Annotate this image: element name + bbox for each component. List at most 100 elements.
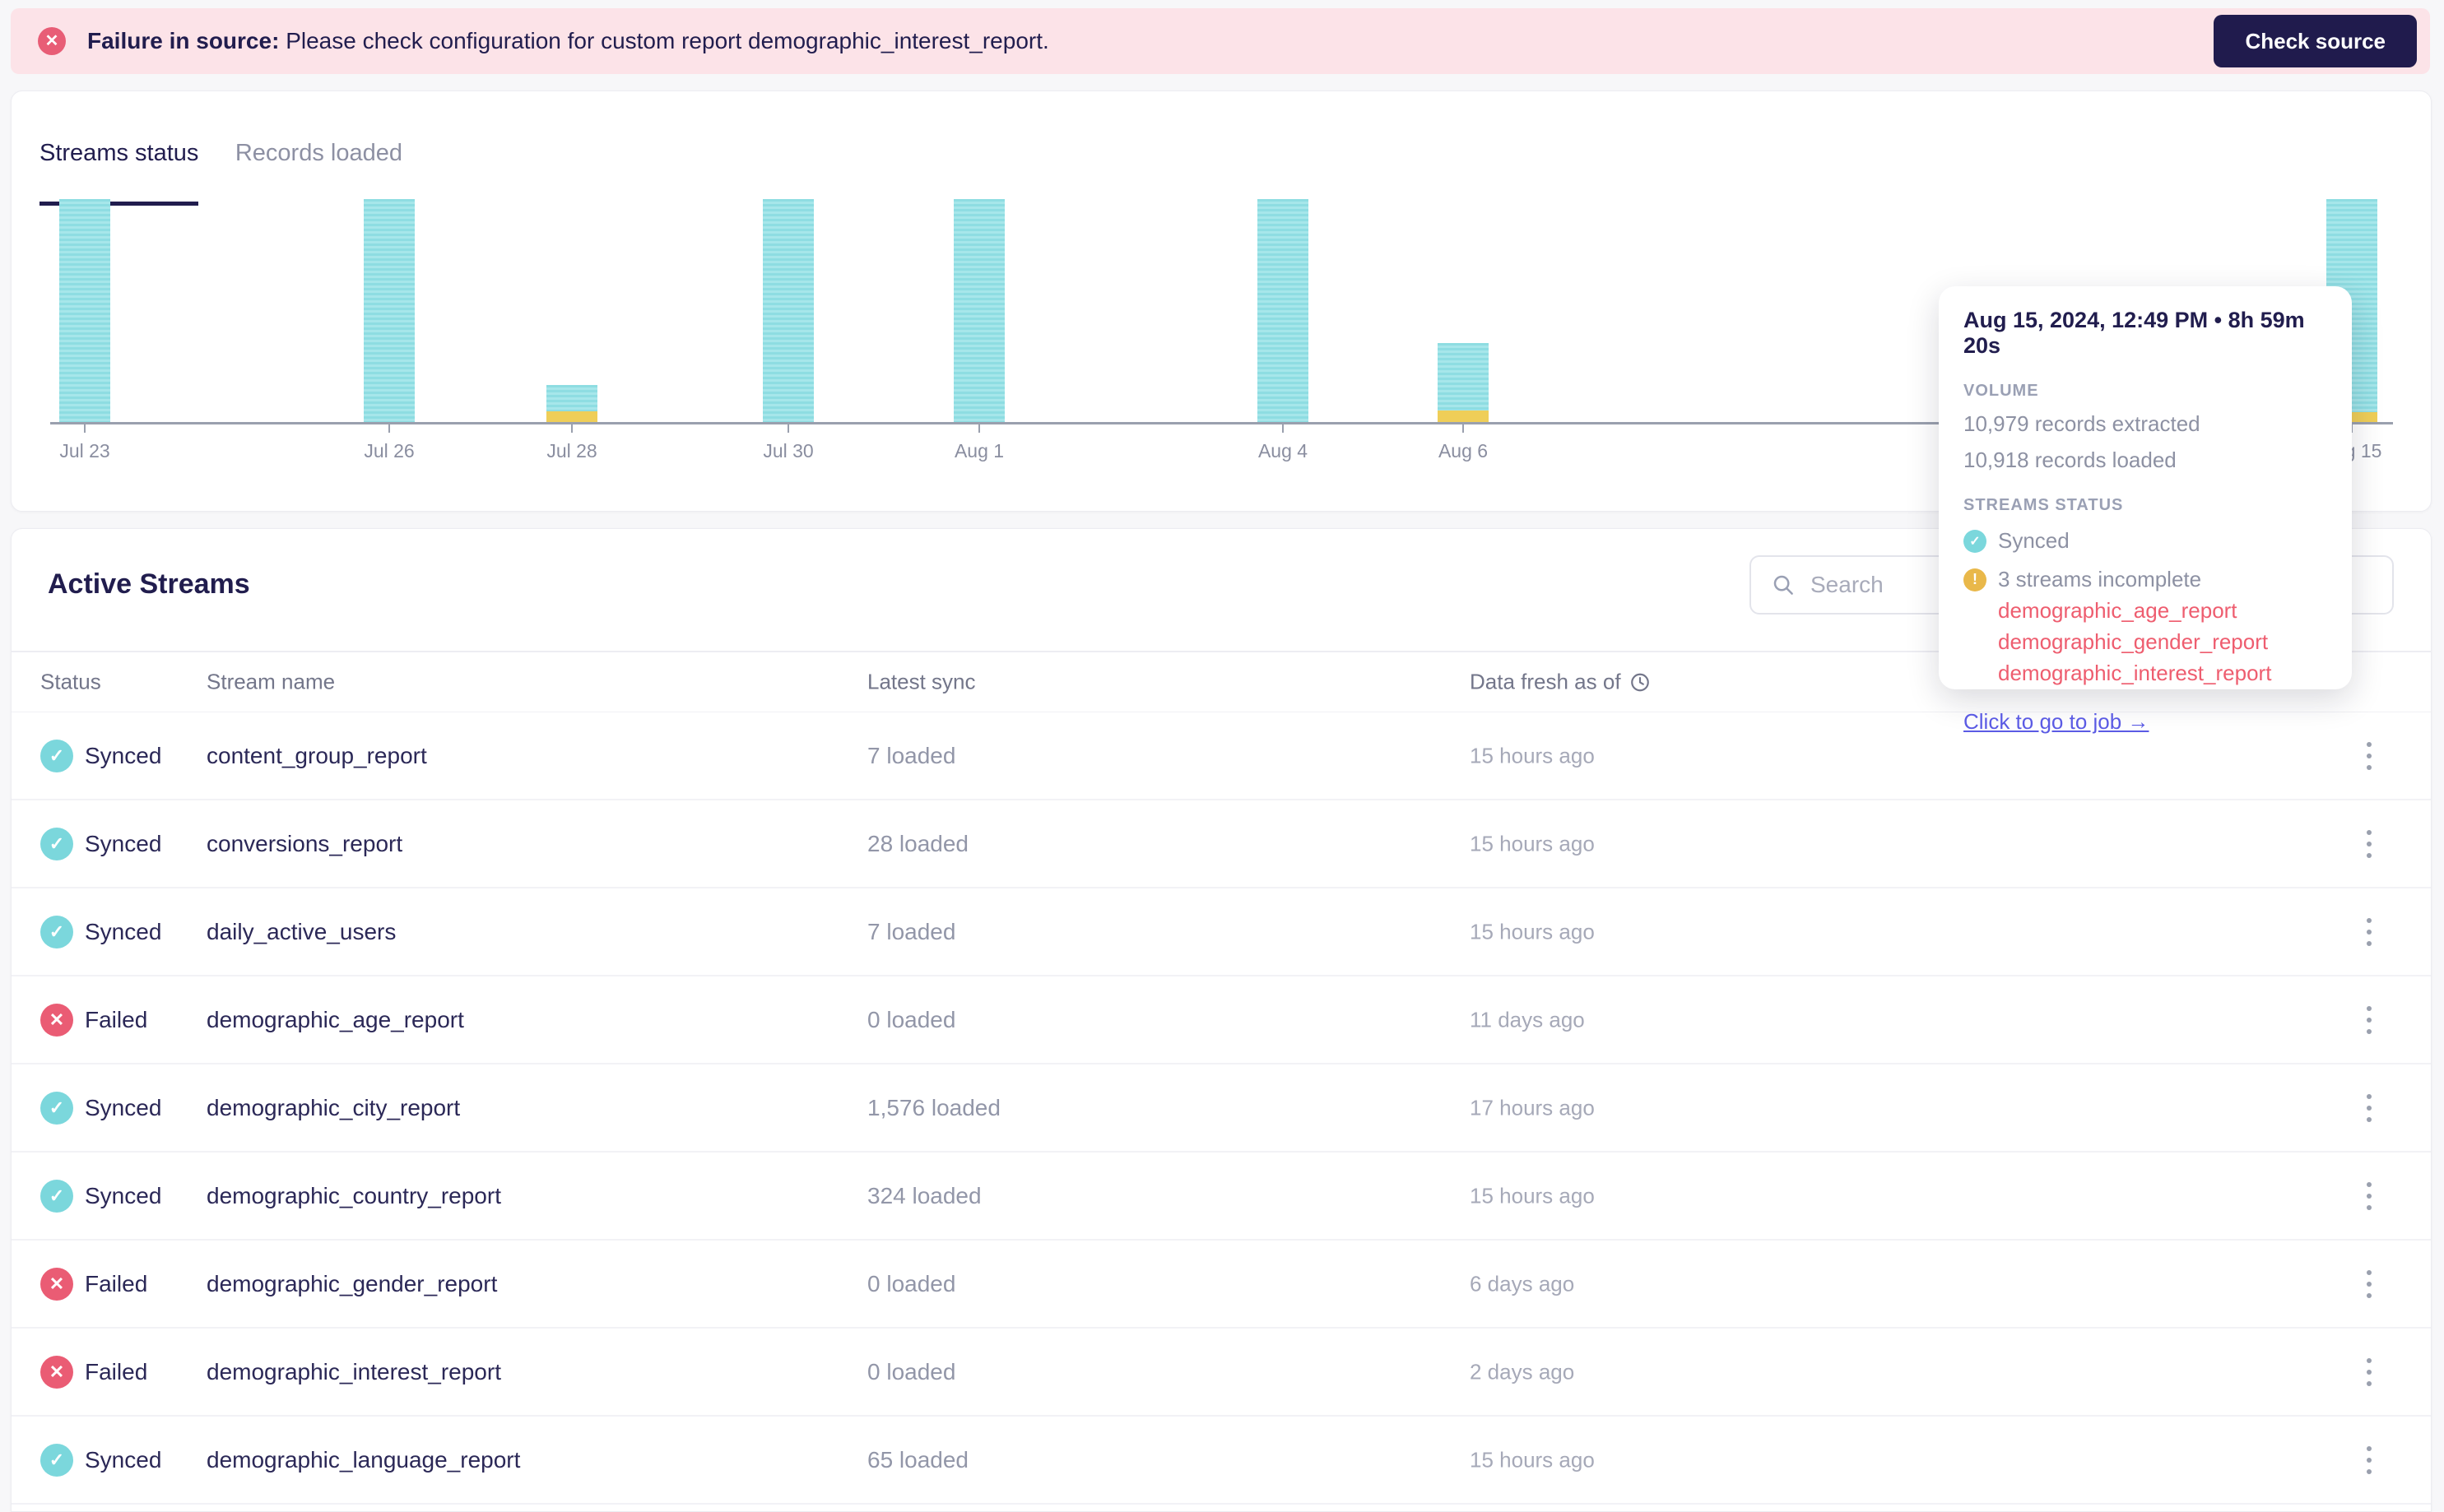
- row-data-fresh: 15 hours ago: [1470, 743, 1595, 768]
- chart-tooltip[interactable]: Aug 15, 2024, 12:49 PM • 8h 59m 20s VOLU…: [1939, 286, 2352, 734]
- tab-records-loaded[interactable]: Records loaded: [235, 139, 402, 202]
- incomplete-stream-link[interactable]: demographic_gender_report: [1998, 629, 2327, 655]
- incomplete-stream-link[interactable]: demographic_interest_report: [1998, 661, 2327, 686]
- row-data-fresh: 15 hours ago: [1470, 919, 1595, 944]
- row-latest-sync: 0 loaded: [867, 1006, 956, 1032]
- row-data-fresh: 6 days ago: [1470, 1271, 1575, 1296]
- bar-synced-segment: [954, 199, 1005, 422]
- chart-bar[interactable]: [364, 199, 415, 422]
- tooltip-incomplete-label: 3 streams incomplete: [1998, 567, 2202, 591]
- axis-tick-label: Jul 23: [59, 440, 110, 461]
- row-status-label: Failed: [85, 1358, 148, 1384]
- failed-status-icon: ✕: [40, 1355, 73, 1389]
- bar-synced-segment: [546, 385, 597, 411]
- table-row[interactable]: ✓ Synced demographic_country_report 324 loa…: [12, 1153, 2431, 1241]
- synced-status-icon: ✓: [40, 1179, 73, 1213]
- row-latest-sync: 324 loaded: [867, 1182, 982, 1208]
- table-row[interactable]: ✕ Failed demographic_gender_report 0 loaded…: [12, 1241, 2431, 1329]
- bar-warning-segment: [546, 411, 597, 422]
- incomplete-stream-link[interactable]: demographic_age_report: [1998, 598, 2327, 624]
- chart-bar[interactable]: [954, 199, 1005, 422]
- synced-status-icon: ✓: [40, 915, 73, 948]
- row-data-fresh: 2 days ago: [1470, 1359, 1575, 1384]
- row-data-fresh: 15 hours ago: [1470, 1183, 1595, 1208]
- row-latest-sync: 65 loaded: [867, 1446, 969, 1473]
- table-row[interactable]: ✓ Synced demographic_city_report 1,576 load…: [12, 1064, 2431, 1153]
- row-stream-name: demographic_city_report: [207, 1094, 461, 1120]
- failed-status-icon: ✕: [40, 1267, 73, 1301]
- row-stream-name: demographic_country_report: [207, 1182, 501, 1208]
- error-icon: ✕: [38, 27, 66, 55]
- clock-icon: [1630, 673, 1649, 691]
- tab-streams-status[interactable]: Streams status: [39, 139, 199, 206]
- row-data-fresh: 17 hours ago: [1470, 1095, 1595, 1120]
- chart-bar[interactable]: [546, 385, 597, 422]
- bar-synced-segment: [364, 199, 415, 422]
- row-status-label: Synced: [85, 742, 162, 768]
- row-menu-button[interactable]: [2359, 915, 2379, 949]
- status-glyph: ✓: [49, 744, 65, 766]
- table-row[interactable]: ✓ Synced demographic_language_report 65 loa…: [12, 1417, 2431, 1505]
- row-menu-button[interactable]: [2359, 1179, 2379, 1213]
- row-status-label: Synced: [85, 830, 162, 856]
- row-menu-button[interactable]: [2359, 1091, 2379, 1125]
- axis-tick-label: Aug 6: [1438, 440, 1489, 461]
- axis-tick-label: Aug 1: [954, 440, 1005, 461]
- bar-synced-segment: [59, 199, 110, 422]
- tabs: Streams status Records loaded: [39, 139, 435, 206]
- go-to-job-link[interactable]: Click to go to job →: [1963, 709, 2327, 735]
- tooltip-title: Aug 15, 2024, 12:49 PM • 8h 59m 20s: [1963, 308, 2305, 358]
- axis-tick: [84, 424, 86, 433]
- tooltip-records-extracted: 10,979 records extracted: [1963, 411, 2200, 436]
- row-stream-name: demographic_gender_report: [207, 1270, 498, 1296]
- chart-bar[interactable]: [1257, 199, 1308, 422]
- axis-tick: [571, 424, 573, 433]
- tooltip-streams-status-label: STREAMS STATUS: [1963, 496, 2124, 514]
- status-glyph: ✕: [49, 1361, 65, 1382]
- col-status: Status: [40, 669, 101, 694]
- search-icon: [1773, 575, 1793, 595]
- row-menu-button[interactable]: [2359, 739, 2379, 773]
- synced-check-icon: ✓: [1963, 529, 1986, 553]
- row-menu-button[interactable]: [2359, 827, 2379, 861]
- row-menu-button[interactable]: [2359, 1355, 2379, 1389]
- row-menu-button[interactable]: [2359, 1267, 2379, 1301]
- axis-tick: [1282, 424, 1284, 433]
- bar-synced-segment: [1257, 199, 1308, 422]
- row-menu-button[interactable]: [2359, 1003, 2379, 1037]
- row-stream-name: content_group_report: [207, 742, 427, 768]
- chart-bar[interactable]: [763, 199, 814, 422]
- table-row[interactable]: ✕ Failed demographic_interest_report 0 load…: [12, 1329, 2431, 1417]
- row-latest-sync: 7 loaded: [867, 742, 956, 768]
- chart-bar[interactable]: [1438, 343, 1489, 422]
- row-latest-sync: 0 loaded: [867, 1358, 956, 1384]
- synced-status-icon: ✓: [40, 1091, 73, 1125]
- table-row[interactable]: ✓ Synced conversions_report 28 loaded 15 hou…: [12, 800, 2431, 888]
- synced-status-icon: ✓: [40, 1443, 73, 1477]
- axis-tick-label: Jul 28: [546, 440, 597, 461]
- error-message-rest: Please check configuration for custom re…: [286, 28, 1049, 53]
- status-glyph: ✓: [49, 1185, 65, 1206]
- row-latest-sync: 28 loaded: [867, 830, 969, 856]
- row-stream-name: conversions_report: [207, 830, 403, 856]
- col-stream-name: Stream name: [207, 669, 336, 694]
- synced-status-icon: ✓: [40, 827, 73, 860]
- error-banner: ✕ Failure in source: Please check config…: [11, 8, 2430, 74]
- table-row[interactable]: ✓ Synced daily_active_users 7 loaded 15 hour…: [12, 888, 2431, 976]
- row-menu-button[interactable]: [2359, 1443, 2379, 1477]
- chart-bar[interactable]: [59, 199, 110, 422]
- table-row[interactable]: ✕ Failed demographic_age_report 0 loaded 11 …: [12, 976, 2431, 1064]
- col-data-fresh-label: Data fresh as of: [1470, 669, 1621, 694]
- status-glyph: ✓: [49, 1449, 65, 1470]
- failed-status-icon: ✕: [40, 1003, 73, 1037]
- row-status-label: Failed: [85, 1270, 148, 1296]
- status-glyph: ✕: [49, 1009, 65, 1030]
- check-source-button[interactable]: Check source: [2214, 15, 2417, 67]
- row-stream-name: demographic_age_report: [207, 1006, 464, 1032]
- tooltip-synced-label: Synced: [1998, 528, 2070, 553]
- row-stream-name: demographic_interest_report: [207, 1358, 501, 1384]
- tooltip-records-loaded: 10,918 records loaded: [1963, 448, 2177, 472]
- axis-tick-label: Jul 30: [763, 440, 814, 461]
- bar-synced-segment: [1438, 343, 1489, 410]
- status-glyph: ✕: [49, 1273, 65, 1294]
